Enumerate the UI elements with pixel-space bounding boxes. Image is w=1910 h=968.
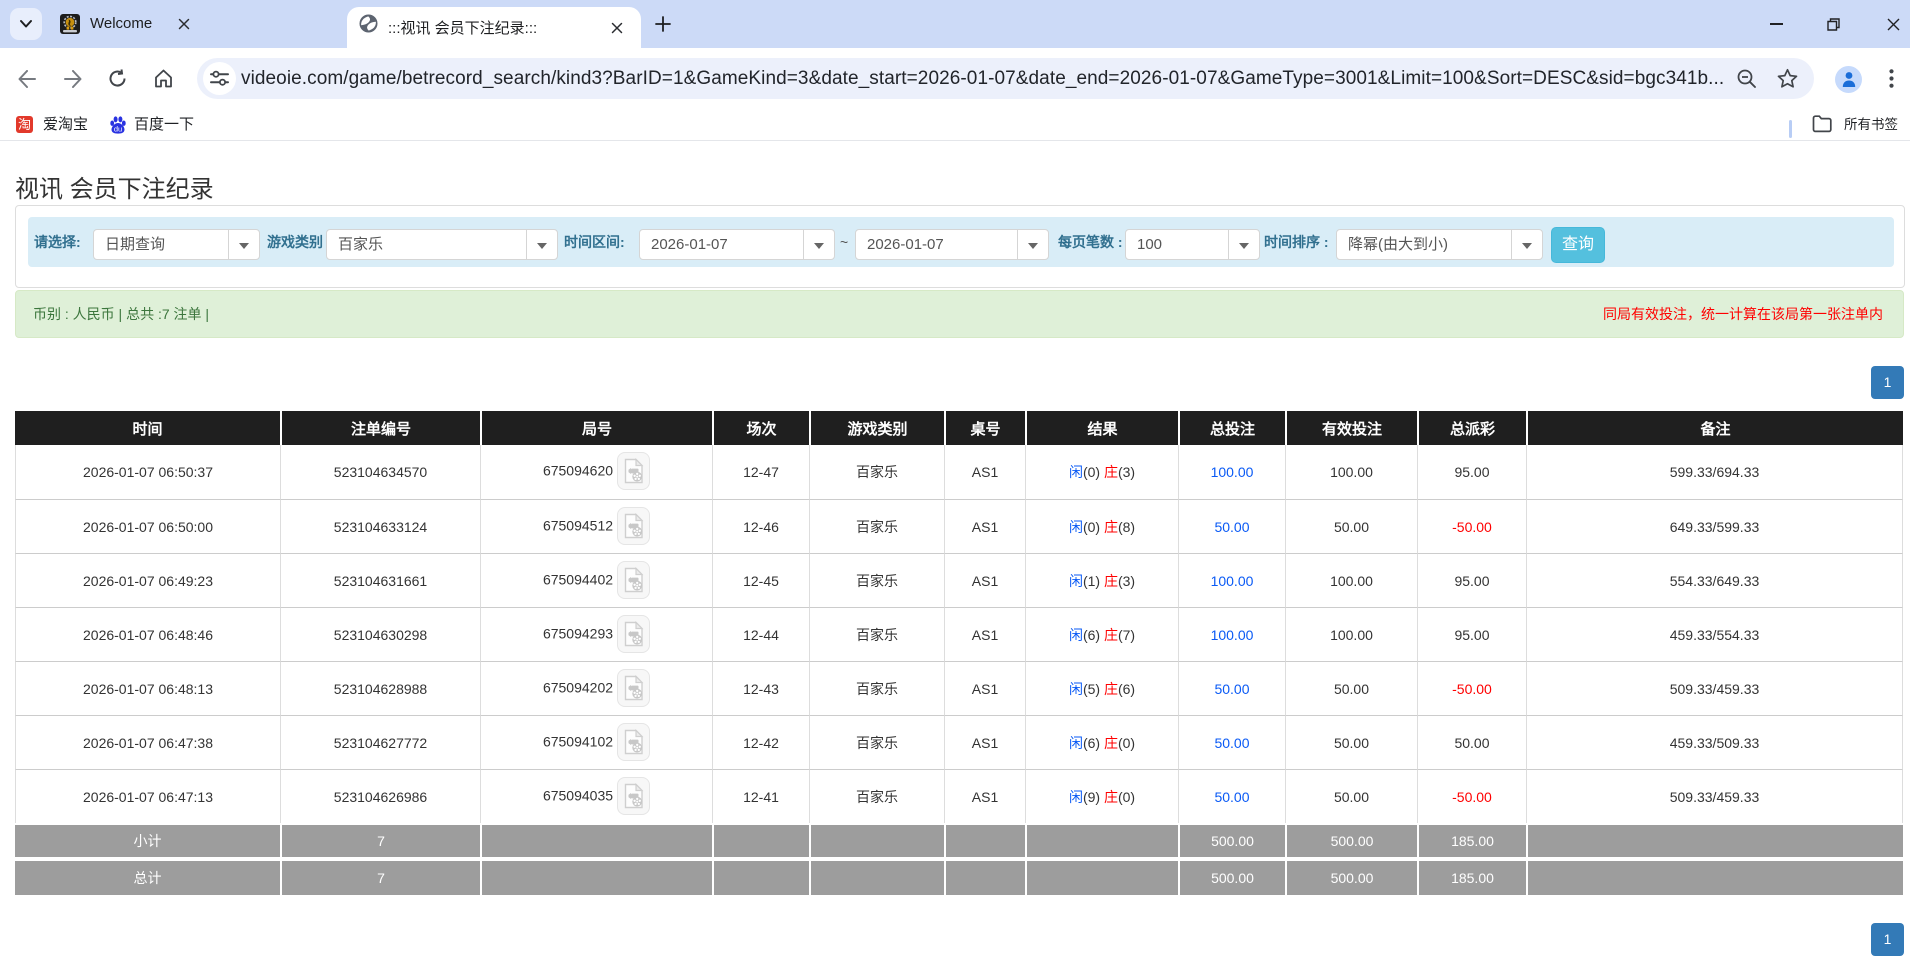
svg-text:du: du: [114, 124, 122, 133]
